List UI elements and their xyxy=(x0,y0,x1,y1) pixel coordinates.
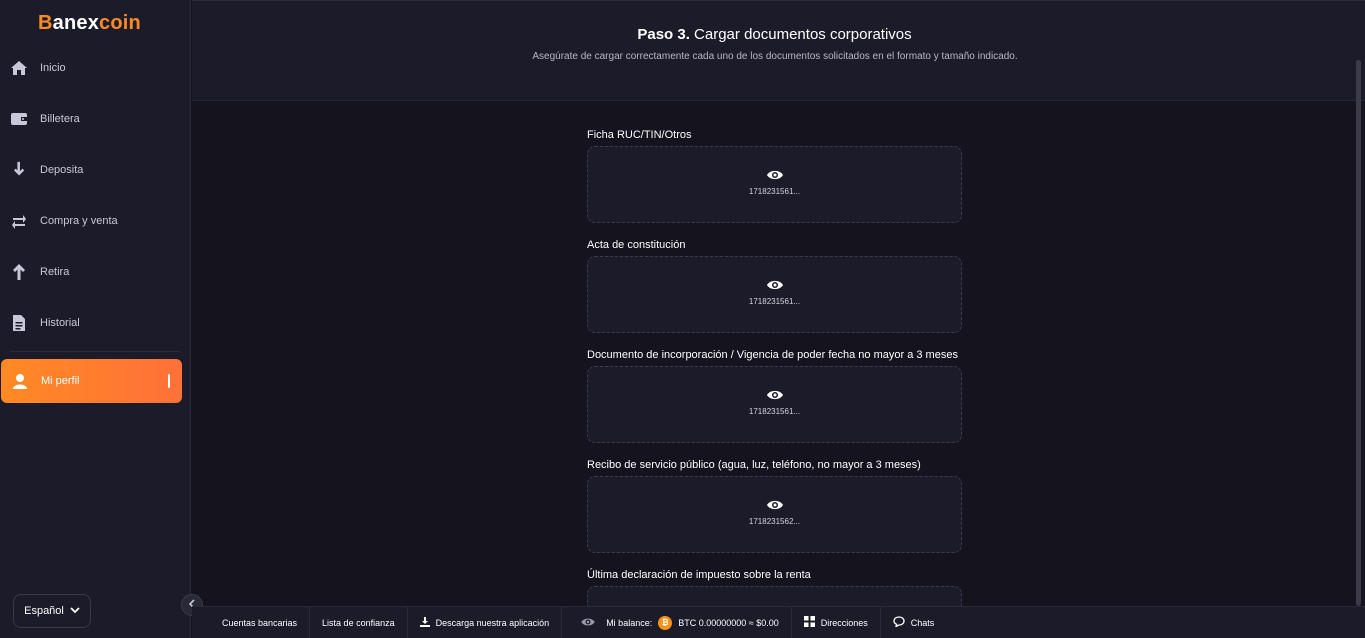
eye-icon[interactable] xyxy=(766,279,784,291)
chats-label: Chats xyxy=(910,617,935,628)
document-filename: 1718231562... xyxy=(748,517,801,526)
arrow-down-icon xyxy=(10,161,28,179)
logo-text-anex: anex xyxy=(52,12,100,34)
sidebar-item-label: Mi perfil xyxy=(41,375,80,387)
sidebar-item-label: Deposita xyxy=(40,164,84,176)
page-header: Paso 3. Cargar documentos corporativos A… xyxy=(192,0,1365,101)
app-root: Banexcoin Inicio Billetera Deposita Comp xyxy=(0,0,1365,638)
sidebar-item-label: Billetera xyxy=(40,113,80,125)
sidebar: Banexcoin Inicio Billetera Deposita Comp xyxy=(0,0,191,638)
page-subtitle: Asegúrate de cargar correctamente cada u… xyxy=(532,51,1018,62)
sidebar-item-label: Historial xyxy=(40,317,80,329)
chat-icon xyxy=(893,616,905,629)
document-icon xyxy=(10,314,28,332)
bitcoin-icon: ₿ xyxy=(658,615,673,630)
language-label: Español xyxy=(24,605,64,617)
user-icon xyxy=(11,372,29,390)
footer-bar: Cuentas bancarias Lista de confianza Des… xyxy=(192,606,1365,638)
wallet-icon xyxy=(10,110,28,128)
language-selector[interactable]: Español xyxy=(13,594,91,628)
document-label-incorporacion: Documento de incorporación / Vigencia de… xyxy=(587,349,958,361)
balance-value: BTC 0.00000000 ≈ $0.00 xyxy=(678,617,779,628)
document-label-acta: Acta de constitución xyxy=(587,239,686,251)
sidebar-item-billetera[interactable]: Billetera xyxy=(0,97,191,141)
document-label-impuesto: Última declaración de impuesto sobre la … xyxy=(587,569,811,581)
arrow-up-icon xyxy=(10,263,28,281)
sidebar-item-deposita[interactable]: Deposita xyxy=(0,148,191,192)
swap-icon xyxy=(10,212,28,230)
document-upload-acta[interactable]: 1718231561... xyxy=(587,256,962,333)
sidebar-item-mi-perfil[interactable]: Mi perfil xyxy=(1,359,182,403)
addresses-label: Direcciones xyxy=(820,617,868,628)
download-icon xyxy=(419,616,430,629)
document-filename: 1718231561... xyxy=(748,187,801,196)
document-label-recibo: Recibo de servicio público (agua, luz, t… xyxy=(587,459,921,471)
chevron-down-icon xyxy=(70,605,80,617)
document-upload-incorporacion[interactable]: 1718231561... xyxy=(587,366,962,443)
document-upload-ruc[interactable]: 1718231561... xyxy=(587,146,962,223)
download-app-link[interactable]: Descarga nuestra aplicación xyxy=(408,606,563,638)
balance-label: Mi balance: xyxy=(606,617,653,628)
eye-icon[interactable] xyxy=(766,499,784,511)
sidebar-item-compra-venta[interactable]: Compra y venta xyxy=(0,199,191,243)
bank-accounts-label: Cuentas bancarias xyxy=(222,617,298,628)
banexcoin-logo[interactable]: Banexcoin xyxy=(38,12,141,35)
sidebar-divider xyxy=(10,351,180,352)
page-title: Paso 3. Cargar documentos corporativos xyxy=(192,26,1357,43)
step-number: Paso 3. xyxy=(637,26,690,43)
trust-list-link[interactable]: Lista de confianza xyxy=(310,606,408,638)
document-filename: 1718231561... xyxy=(748,297,801,306)
balance-display: Mi balance: ₿ BTC 0.00000000 ≈ $0.00 xyxy=(562,606,792,638)
download-app-label: Descarga nuestra aplicación xyxy=(435,617,550,628)
eye-icon[interactable] xyxy=(766,389,784,401)
eye-icon[interactable] xyxy=(580,617,596,629)
document-upload-impuesto[interactable] xyxy=(587,586,962,606)
logo-text-coin: coin xyxy=(99,12,141,34)
logo-letter-b: B xyxy=(38,12,53,34)
chats-link[interactable]: Chats xyxy=(881,607,947,638)
sidebar-item-historial[interactable]: Historial xyxy=(0,301,191,345)
sidebar-item-label: Compra y venta xyxy=(40,215,118,227)
active-indicator xyxy=(168,374,170,388)
scrollbar-thumb[interactable] xyxy=(1356,60,1361,606)
document-filename: 1718231561... xyxy=(748,407,801,416)
addresses-link[interactable]: Direcciones xyxy=(792,606,881,638)
home-icon xyxy=(10,59,28,77)
sidebar-item-label: Retira xyxy=(40,266,70,278)
trust-list-label: Lista de confianza xyxy=(322,617,395,628)
step-title: Cargar documentos corporativos xyxy=(694,26,912,43)
document-upload-recibo[interactable]: 1718231562... xyxy=(587,476,962,553)
bank-accounts-link[interactable]: Cuentas bancarias xyxy=(192,606,311,638)
eye-icon[interactable] xyxy=(766,169,784,181)
sidebar-item-inicio[interactable]: Inicio xyxy=(0,46,191,90)
grid-icon xyxy=(803,616,815,629)
sidebar-item-label: Inicio xyxy=(40,62,66,74)
sidebar-item-retira[interactable]: Retira xyxy=(0,250,191,294)
document-label-ruc: Ficha RUC/TIN/Otros xyxy=(587,129,692,141)
